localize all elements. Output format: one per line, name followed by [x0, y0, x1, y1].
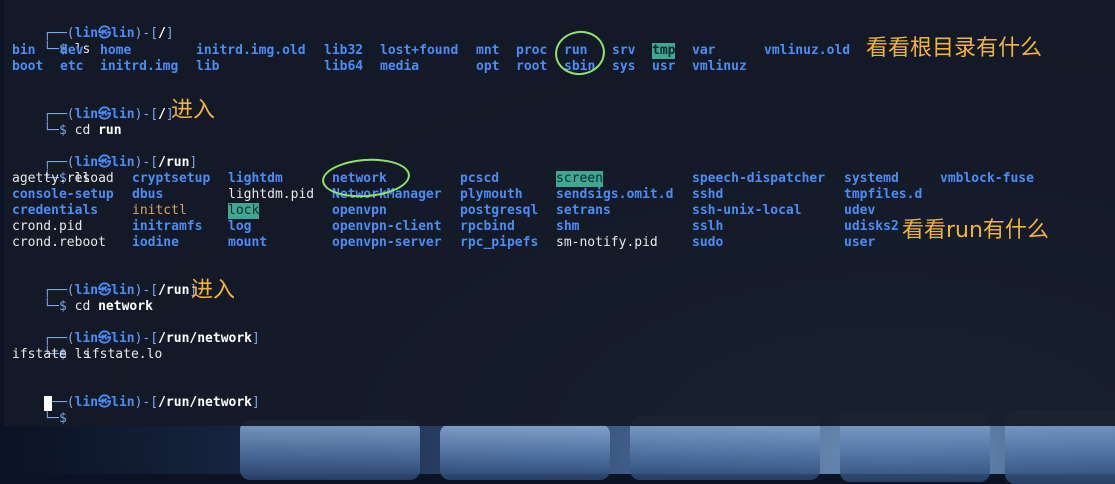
prompt-line-top: ┌──(lin㉿lin)-[/run/network]	[43, 331, 260, 346]
prompt-line-top: ┌──(lin㉿lin)-[/run]	[43, 155, 198, 170]
prompt-line-command: └─$ ls	[43, 171, 91, 186]
annotation-enter-network: 进入	[191, 278, 236, 303]
prompt-line-command[interactable]: └─$	[12, 395, 66, 426]
prompt-line-command: └─$ ls	[43, 347, 91, 362]
annotation-run: 看看run有什么	[902, 218, 1049, 243]
ls-output-row: console-setup dbus lightdm.pid NetworkMa…	[12, 187, 923, 202]
annotation-enter-run: 进入	[171, 98, 216, 123]
terminal-window[interactable]: ┌──(lin㉿lin)-[/] └─$ ls bin dev home ini…	[4, 0, 1115, 426]
prompt-line-command: └─$ cd run	[43, 123, 122, 138]
ls-output-row: agetty.reload cryptsetup lightdm network…	[12, 171, 1034, 187]
prompt-line-top: ┌──(lin㉿lin)-[/run]	[43, 283, 198, 298]
annotation-root: 看看根目录有什么	[866, 36, 1043, 61]
prompt-line-top: ┌──(lin㉿lin)-[/]	[43, 107, 174, 122]
text-cursor	[44, 396, 52, 411]
prompt-line-command: └─$ ls	[43, 42, 91, 57]
prompt-line-command: └─$ cd network	[43, 299, 153, 314]
prompt-line-top: ┌──(lin㉿lin)-[/run/network]	[43, 395, 260, 410]
ls-output-row: bin dev home initrd.img.old lib32 lost+f…	[12, 43, 851, 59]
ls-output-row: ifstate ifstate.lo	[12, 347, 163, 362]
prompt-line-top: ┌──(lin㉿lin)-[/]	[43, 26, 174, 41]
ls-output-row: boot etc initrd.img lib lib64 media opt …	[12, 59, 747, 74]
